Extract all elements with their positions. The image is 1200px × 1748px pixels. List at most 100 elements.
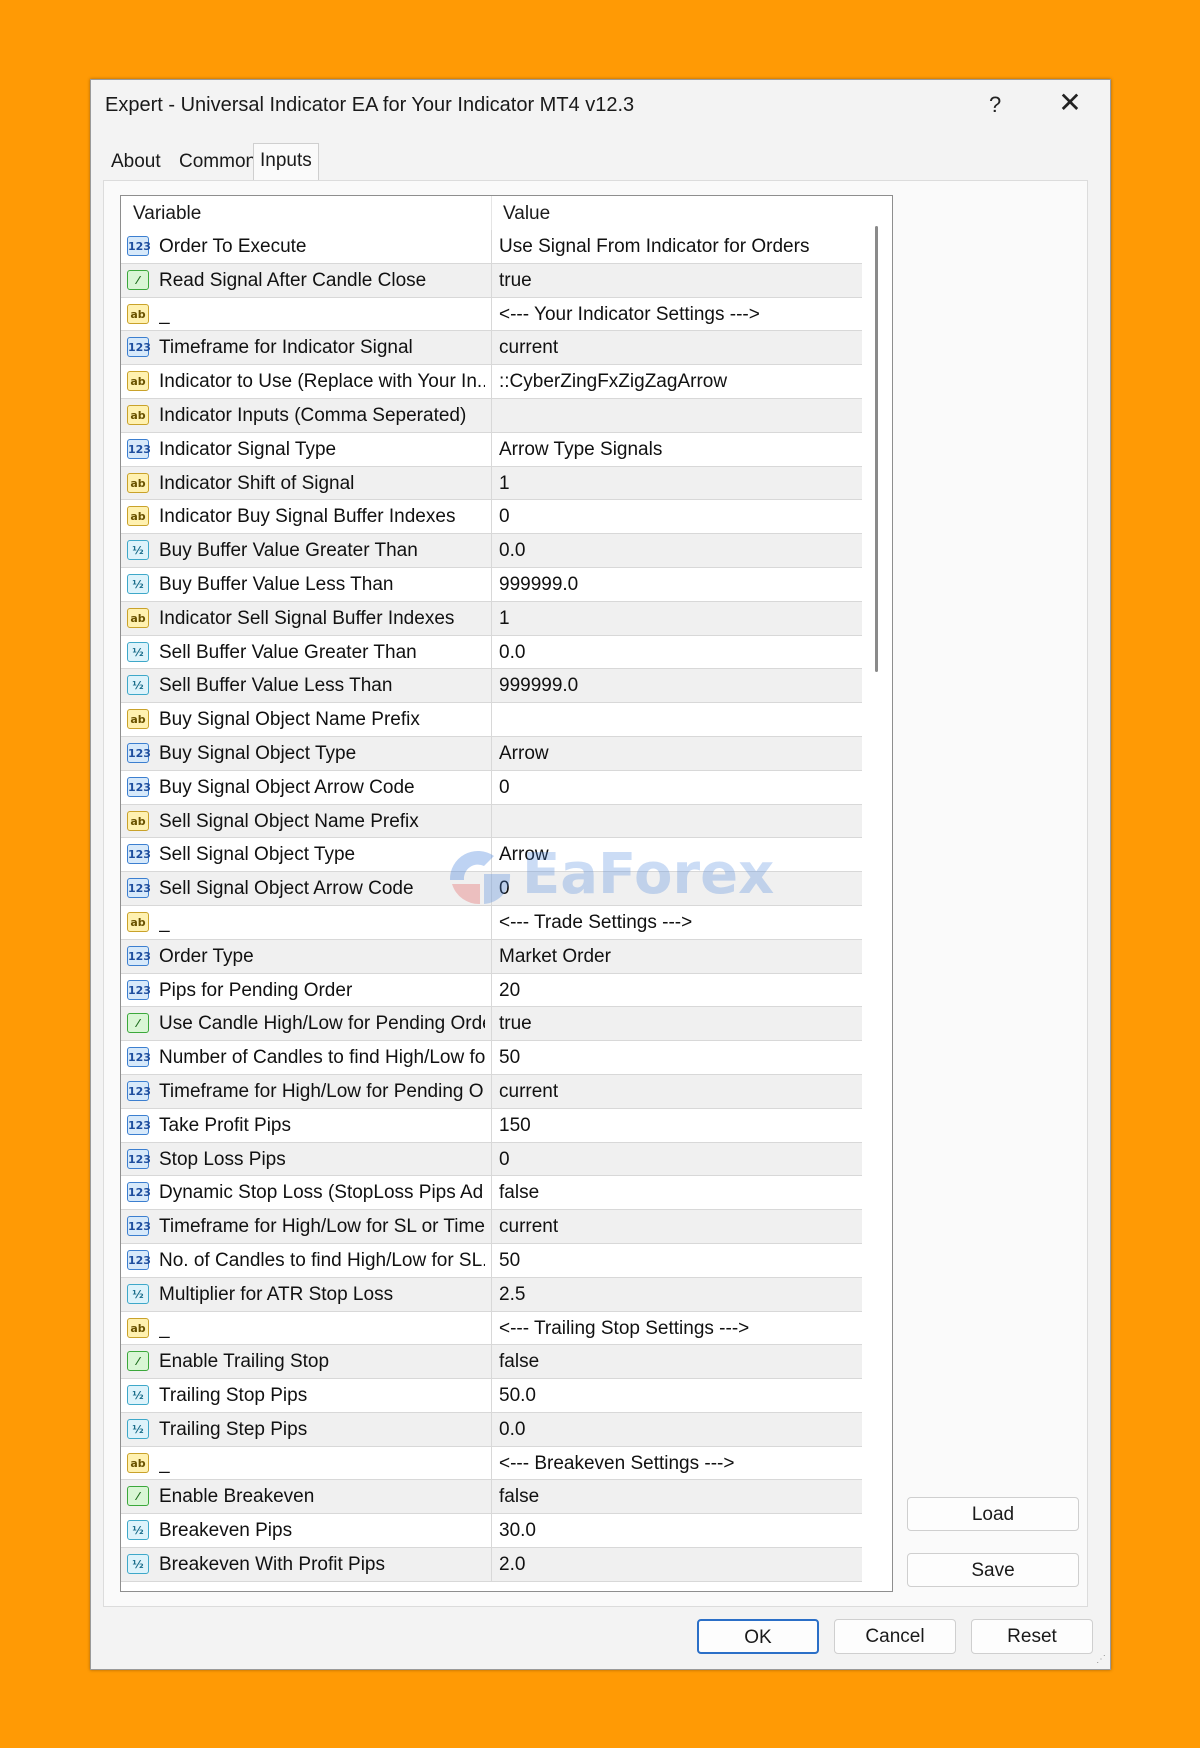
tab-inputs[interactable]: Inputs bbox=[253, 143, 319, 180]
table-row[interactable]: ½ Buy Buffer Value Greater Than 0.0 bbox=[121, 534, 862, 568]
variable-value[interactable]: current bbox=[499, 1216, 859, 1238]
variable-value[interactable]: Market Order bbox=[499, 946, 859, 968]
variable-value[interactable]: true bbox=[499, 1013, 859, 1035]
variable-value[interactable]: 2.0 bbox=[499, 1554, 859, 1576]
table-row[interactable]: 123 Timeframe for High/Low for SL or Time… bbox=[121, 1210, 862, 1244]
variable-value[interactable]: Arrow bbox=[499, 743, 859, 765]
table-row[interactable]: 123 Order Type Market Order bbox=[121, 939, 862, 974]
grid-rows: 123 Order To Execute Use Signal From Indic… bbox=[121, 230, 862, 1582]
variable-value[interactable]: ::CyberZingFxZigZagArrow bbox=[499, 371, 859, 393]
table-row[interactable]: 123 Order To Execute Use Signal From Indic… bbox=[121, 230, 862, 264]
variable-value[interactable]: Use Signal From Indicator for Orders bbox=[499, 236, 859, 258]
table-row[interactable]: 123 No. of Candles to find High/Low for S… bbox=[121, 1243, 862, 1278]
cancel-button[interactable]: Cancel bbox=[834, 1619, 956, 1654]
resize-grip-icon[interactable]: ⋰ bbox=[1096, 1654, 1106, 1665]
variable-value[interactable]: true bbox=[499, 270, 859, 292]
variable-value[interactable]: false bbox=[499, 1486, 859, 1508]
table-row[interactable]: ⁄ Enable Trailing Stop false bbox=[121, 1345, 862, 1380]
variable-value[interactable]: 1 bbox=[499, 608, 859, 630]
table-row[interactable]: ab _ <--- Trade Settings ---> bbox=[121, 905, 862, 940]
load-button[interactable]: Load bbox=[907, 1497, 1079, 1531]
table-row[interactable]: 123 Take Profit Pips 150 bbox=[121, 1108, 862, 1143]
boolean-type-icon: ⁄ bbox=[127, 269, 149, 290]
table-row[interactable]: ab Indicator Inputs (Comma Seperated) bbox=[121, 398, 862, 433]
variable-value[interactable]: 0 bbox=[499, 506, 859, 528]
table-row[interactable]: 123 Indicator Signal Type Arrow Type Signa… bbox=[121, 432, 862, 467]
variable-value[interactable]: current bbox=[499, 337, 859, 359]
variable-value[interactable]: 0 bbox=[499, 878, 859, 900]
tab-about[interactable]: About bbox=[105, 146, 167, 178]
table-row[interactable]: ab _ <--- Trailing Stop Settings ---> bbox=[121, 1311, 862, 1346]
reset-button[interactable]: Reset bbox=[971, 1619, 1093, 1654]
variable-value[interactable]: 150 bbox=[499, 1115, 859, 1137]
table-row[interactable]: ⁄ Read Signal After Candle Close true bbox=[121, 263, 862, 298]
table-row[interactable]: ½ Breakeven With Profit Pips 2.0 bbox=[121, 1548, 862, 1582]
variable-value[interactable]: Arrow bbox=[499, 844, 859, 866]
variable-value[interactable]: 999999.0 bbox=[499, 574, 859, 596]
table-row[interactable]: 123 Sell Signal Object Type Arrow bbox=[121, 838, 862, 873]
variable-value[interactable]: 2.5 bbox=[499, 1284, 859, 1306]
table-row[interactable]: 123 Buy Signal Object Type Arrow bbox=[121, 736, 862, 771]
table-row[interactable]: ab _ <--- Breakeven Settings ---> bbox=[121, 1446, 862, 1481]
variable-value[interactable]: <--- Breakeven Settings ---> bbox=[499, 1453, 859, 1475]
table-row[interactable]: ½ Trailing Step Pips 0.0 bbox=[121, 1412, 862, 1447]
table-row[interactable]: 123 Timeframe for Indicator Signal current bbox=[121, 331, 862, 366]
variable-value[interactable]: 50.0 bbox=[499, 1385, 859, 1407]
variable-value[interactable]: 0.0 bbox=[499, 1419, 859, 1441]
table-row[interactable]: ab Sell Signal Object Name Prefix bbox=[121, 804, 862, 839]
help-icon[interactable]: ? bbox=[989, 92, 1001, 118]
column-value[interactable]: Value bbox=[503, 203, 550, 225]
table-row[interactable]: ½ Sell Buffer Value Greater Than 0.0 bbox=[121, 635, 862, 670]
table-row[interactable]: 123 Pips for Pending Order 20 bbox=[121, 973, 862, 1008]
variable-value[interactable]: 30.0 bbox=[499, 1520, 859, 1542]
table-row[interactable]: ½ Sell Buffer Value Less Than 999999.0 bbox=[121, 669, 862, 704]
table-row[interactable]: ab Indicator Sell Signal Buffer Indexes 1 bbox=[121, 601, 862, 636]
variable-value[interactable]: 50 bbox=[499, 1047, 859, 1069]
column-variable[interactable]: Variable bbox=[133, 203, 201, 225]
table-row[interactable]: ⁄ Enable Breakeven false bbox=[121, 1480, 862, 1515]
table-row[interactable]: ½ Buy Buffer Value Less Than 999999.0 bbox=[121, 567, 862, 602]
close-icon[interactable]: ✕ bbox=[1055, 88, 1085, 118]
table-row[interactable]: 123 Dynamic Stop Loss (StopLoss Pips Ad..… bbox=[121, 1176, 862, 1211]
table-row[interactable]: ½ Multiplier for ATR Stop Loss 2.5 bbox=[121, 1277, 862, 1312]
save-button[interactable]: Save bbox=[907, 1553, 1079, 1587]
variable-value[interactable]: <--- Your Indicator Settings ---> bbox=[499, 304, 859, 326]
inputs-grid[interactable]: Variable Value 123 Order To Execute Use Si… bbox=[120, 195, 893, 1592]
table-row[interactable]: ab Indicator Shift of Signal 1 bbox=[121, 466, 862, 501]
variable-name: No. of Candles to find High/Low for SL..… bbox=[159, 1249, 485, 1271]
variable-value[interactable]: 0 bbox=[499, 1149, 859, 1171]
variable-value[interactable]: 20 bbox=[499, 980, 859, 1002]
table-row[interactable]: 123 Sell Signal Object Arrow Code 0 bbox=[121, 872, 862, 906]
table-row[interactable]: 123 Timeframe for High/Low for Pending O.… bbox=[121, 1074, 862, 1109]
variable-value[interactable]: <--- Trade Settings ---> bbox=[499, 912, 859, 934]
variable-value[interactable]: false bbox=[499, 1182, 859, 1204]
variable-value[interactable]: 0 bbox=[499, 777, 859, 799]
variable-value[interactable]: false bbox=[499, 1351, 859, 1373]
tab-common[interactable]: Common bbox=[173, 146, 262, 178]
table-row[interactable]: 123 Number of Candles to find High/Low fo… bbox=[121, 1041, 862, 1075]
variable-value[interactable]: 0.0 bbox=[499, 642, 859, 664]
variable-value[interactable]: 50 bbox=[499, 1250, 859, 1272]
variable-value[interactable]: current bbox=[499, 1081, 859, 1103]
table-row[interactable]: ab _ <--- Your Indicator Settings ---> bbox=[121, 297, 862, 332]
variable-value[interactable]: <--- Trailing Stop Settings ---> bbox=[499, 1318, 859, 1340]
boolean-type-icon: ⁄ bbox=[127, 1351, 149, 1372]
table-row[interactable]: ⁄ Use Candle High/Low for Pending Order tr… bbox=[121, 1007, 862, 1042]
vertical-scrollbar[interactable] bbox=[875, 226, 878, 672]
table-row[interactable]: ab Indicator to Use (Replace with Your In… bbox=[121, 365, 862, 399]
variable-value[interactable]: 0.0 bbox=[499, 540, 859, 562]
variable-value[interactable]: 1 bbox=[499, 473, 859, 495]
table-row[interactable]: ab Buy Signal Object Name Prefix bbox=[121, 703, 862, 737]
table-row[interactable]: ab Indicator Buy Signal Buffer Indexes 0 bbox=[121, 500, 862, 535]
table-row[interactable]: ½ Trailing Stop Pips 50.0 bbox=[121, 1379, 862, 1413]
table-row[interactable]: 123 Buy Signal Object Arrow Code 0 bbox=[121, 770, 862, 805]
variable-name: _ bbox=[159, 1317, 170, 1339]
integer-type-icon: 123 bbox=[127, 236, 151, 256]
variable-name: Indicator Buy Signal Buffer Indexes bbox=[159, 506, 456, 528]
table-row[interactable]: ½ Breakeven Pips 30.0 bbox=[121, 1514, 862, 1549]
table-row[interactable]: 123 Stop Loss Pips 0 bbox=[121, 1142, 862, 1177]
variable-value[interactable]: Arrow Type Signals bbox=[499, 439, 859, 461]
ok-button[interactable]: OK bbox=[697, 1619, 819, 1654]
string-type-icon: ab bbox=[127, 404, 149, 425]
variable-value[interactable]: 999999.0 bbox=[499, 675, 859, 697]
